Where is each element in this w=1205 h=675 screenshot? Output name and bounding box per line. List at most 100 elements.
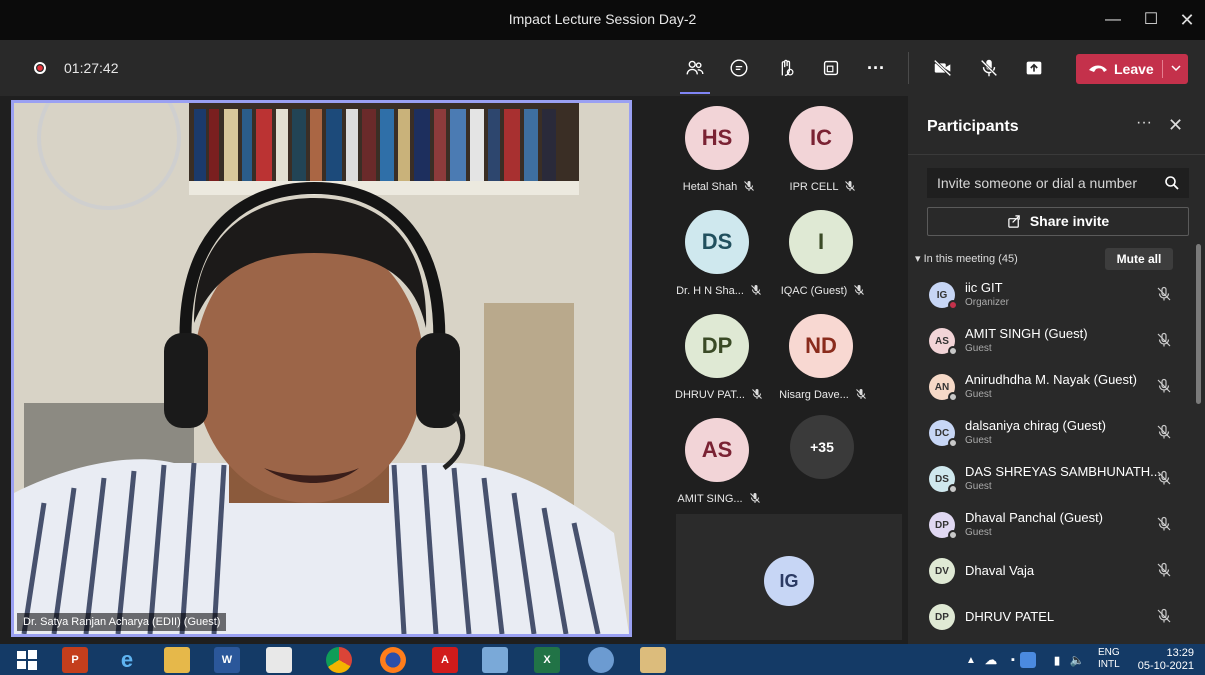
mic-off-icon[interactable] — [1156, 332, 1172, 348]
list-item[interactable]: IG iic GIT Organizer — [908, 272, 1205, 318]
chevron-down-icon[interactable] — [1170, 62, 1182, 74]
list-item[interactable]: DS DAS SHREYAS SAMBHUNATH... Guest — [908, 456, 1205, 502]
invite-search-input[interactable] — [927, 168, 1189, 198]
chat-button[interactable] — [725, 54, 753, 82]
language-indicator[interactable]: ENG INTL — [1098, 647, 1120, 671]
remote-app-icon[interactable] — [588, 647, 614, 673]
share-invite-button[interactable]: Share invite — [927, 207, 1189, 236]
close-window-button[interactable]: ✕ — [1172, 8, 1202, 32]
more-actions-button[interactable]: ··· — [862, 54, 890, 82]
mic-off-icon — [744, 181, 755, 191]
participant-role: Guest — [965, 481, 992, 492]
participant-role: Guest — [965, 389, 992, 400]
share-tray-icon — [1026, 61, 1042, 75]
toolbar-divider — [908, 52, 909, 84]
share-invite-label: Share invite — [1029, 213, 1110, 229]
mic-button[interactable] — [975, 54, 1003, 82]
participant-tile[interactable]: I IQAC (Guest) — [768, 208, 878, 308]
caret-down-icon: ▾ — [915, 253, 924, 265]
rooms-button[interactable] — [817, 54, 845, 82]
participants-button[interactable] — [681, 54, 709, 82]
participant-tile[interactable]: AS AMIT SING... — [664, 416, 774, 516]
list-item[interactable]: DP DHRUV PATEL — [908, 594, 1205, 640]
avatar: AS — [929, 328, 958, 356]
search-icon[interactable] — [1164, 175, 1180, 191]
participant-tile[interactable]: HS Hetal Shah — [664, 104, 774, 204]
list-item[interactable]: DC dalsaniya chirag (Guest) Guest — [908, 410, 1205, 456]
powerpoint-icon[interactable]: P — [62, 647, 88, 673]
notepad-icon[interactable] — [266, 647, 292, 673]
speaker-name-tag: Dr. Satya Ranjan Acharya (EDII) (Guest) — [17, 613, 227, 631]
mic-off-icon — [845, 181, 856, 191]
mic-off-icon[interactable] — [1156, 424, 1172, 440]
share-screen-button[interactable] — [1020, 54, 1048, 82]
avatar: DP — [685, 314, 749, 378]
status-badge — [948, 530, 958, 540]
participant-gallery: HS Hetal Shah IC IPR CELL DS Dr. H N Sha… — [664, 100, 908, 640]
close-panel-button[interactable]: ✕ — [1168, 115, 1183, 136]
status-badge — [948, 346, 958, 356]
participant-name: iic GIT — [965, 280, 1003, 295]
system-clock[interactable]: 13:29 05-10-2021 — [1134, 647, 1194, 673]
more-participants-button[interactable]: +35 — [790, 415, 854, 479]
self-video-tile[interactable]: IG — [676, 514, 902, 640]
share-icon — [1008, 215, 1020, 228]
leave-button[interactable]: Leave — [1076, 54, 1188, 84]
mic-off-icon[interactable] — [1156, 562, 1172, 578]
paint-icon[interactable] — [640, 647, 666, 673]
windows-start-button[interactable] — [14, 647, 40, 673]
acrobat-icon[interactable]: A — [432, 647, 458, 673]
camera-button[interactable] — [929, 54, 957, 82]
main-video-tile[interactable]: Dr. Satya Ranjan Acharya (EDII) (Guest) — [11, 100, 632, 637]
word-icon[interactable]: W — [214, 647, 240, 673]
panel-title: Participants — [927, 118, 1019, 135]
mute-all-button[interactable]: Mute all — [1105, 248, 1173, 270]
chrome-icon[interactable] — [326, 647, 352, 673]
firefox-icon[interactable] — [380, 647, 406, 673]
document-viewer-icon[interactable] — [482, 647, 508, 673]
participant-tile[interactable]: DS Dr. H N Sha... — [664, 208, 774, 308]
avatar: DS — [929, 466, 958, 494]
app-tray-icon[interactable] — [1020, 652, 1036, 668]
mic-off-icon — [752, 389, 762, 399]
participant-tile[interactable]: ND Nisarg Dave... — [768, 312, 878, 412]
participant-name: DAS SHREYAS SAMBHUNATH... — [965, 464, 1161, 479]
participant-tile-name: DHRUV PAT... — [664, 388, 774, 401]
mic-off-icon[interactable] — [1156, 286, 1172, 302]
excel-icon[interactable]: X — [534, 647, 560, 673]
window-title: Impact Lecture Session Day-2 — [508, 11, 697, 27]
file-explorer-icon[interactable] — [164, 647, 190, 673]
active-tab-indicator — [680, 92, 710, 94]
participant-tile[interactable]: DP DHRUV PAT... — [664, 312, 774, 412]
minimize-button[interactable]: — — [1098, 8, 1128, 32]
mic-off-icon[interactable] — [1156, 470, 1172, 486]
participant-name: AMIT SINGH (Guest) — [965, 326, 1088, 341]
internet-explorer-icon[interactable]: e — [114, 647, 140, 673]
reactions-button[interactable] — [772, 54, 800, 82]
avatar: IG — [764, 556, 814, 606]
maximize-button[interactable]: ☐ — [1136, 8, 1166, 32]
panel-more-options-button[interactable]: ··· — [1136, 114, 1152, 132]
volume-icon[interactable]: 🔈 — [1064, 647, 1090, 673]
phone-hangup-icon — [1089, 65, 1107, 72]
breakout-rooms-icon — [823, 60, 839, 76]
title-bar: Impact Lecture Session Day-2 — ☐ ✕ — [0, 0, 1205, 40]
meeting-section-header[interactable]: ▾ In this meeting (45) — [915, 252, 1018, 265]
participant-tile-name: IQAC (Guest) — [768, 284, 878, 297]
windows-logo-icon — [17, 650, 37, 670]
meeting-timer: 01:27:42 — [64, 60, 119, 76]
mic-off-icon — [855, 389, 866, 399]
mic-off-icon — [854, 285, 865, 295]
participant-tile-name: Dr. H N Sha... — [664, 284, 774, 297]
avatar: ND — [789, 314, 853, 378]
mic-off-icon[interactable] — [1156, 608, 1172, 624]
list-item[interactable]: AN Anirudhdha M. Nayak (Guest) Guest — [908, 364, 1205, 410]
list-item[interactable]: DP Dhaval Panchal (Guest) Guest — [908, 502, 1205, 548]
participant-tile[interactable]: IC IPR CELL — [768, 104, 878, 204]
mic-off-icon[interactable] — [1156, 378, 1172, 394]
list-item[interactable]: AS AMIT SINGH (Guest) Guest — [908, 318, 1205, 364]
list-item[interactable]: DV Dhaval Vaja — [908, 548, 1205, 594]
meeting-toolbar: 01:27:42 ··· Leave — [0, 40, 1205, 96]
mic-off-icon[interactable] — [1156, 516, 1172, 532]
avatar: DS — [685, 210, 749, 274]
